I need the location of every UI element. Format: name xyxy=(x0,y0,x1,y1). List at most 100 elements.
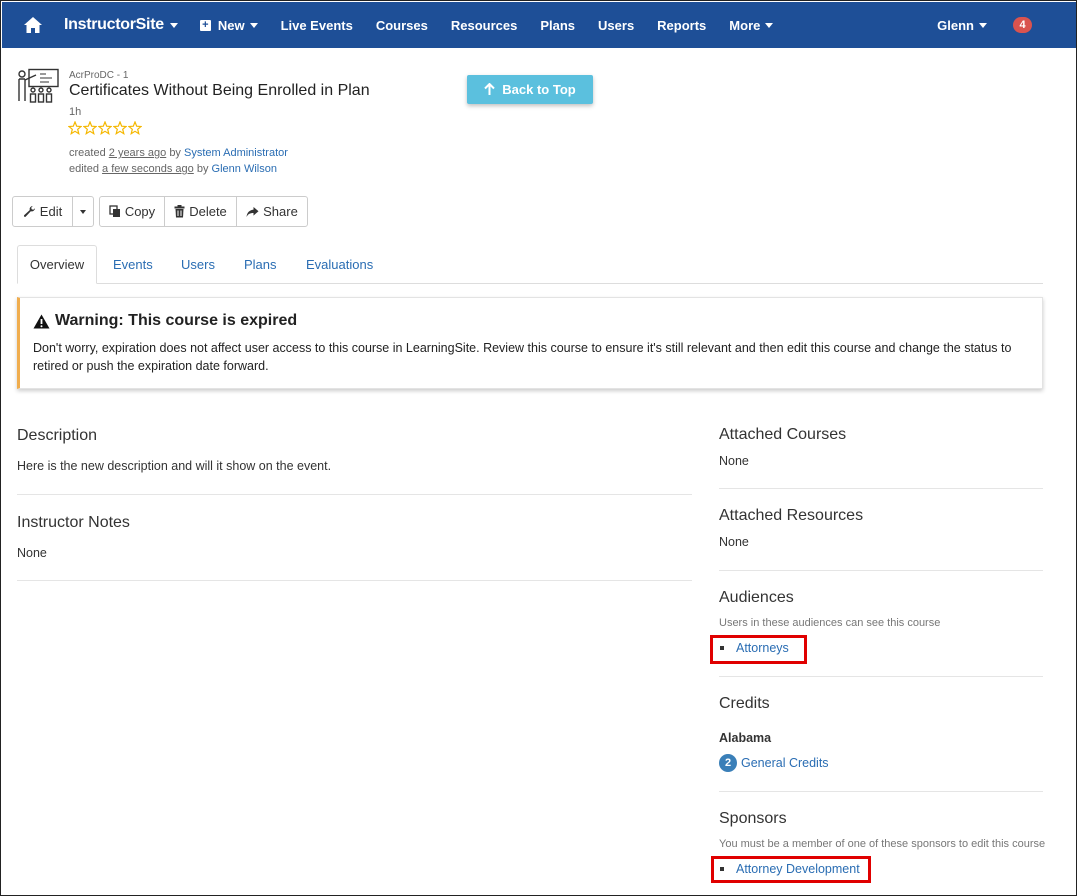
nav-item-label: More xyxy=(729,17,761,33)
copy-button[interactable]: Copy xyxy=(99,196,165,227)
section-divider xyxy=(719,570,1043,571)
page-frame: InstructorSite + New Live Events Courses… xyxy=(0,0,1077,896)
nav-item-more[interactable]: More xyxy=(729,17,774,33)
section-divider xyxy=(719,488,1043,489)
created-by-link[interactable]: System Administrator xyxy=(184,147,288,159)
sponsors-heading: Sponsors xyxy=(719,810,787,827)
wrench-icon xyxy=(23,205,35,217)
edited-meta: edited a few seconds ago by Glenn Wilson xyxy=(69,163,277,175)
nav-item-label: Users xyxy=(598,17,635,33)
description-heading: Description xyxy=(17,427,98,444)
nav-item-courses[interactable]: Courses xyxy=(376,18,428,33)
nav-item-users[interactable]: Users xyxy=(598,18,634,33)
description-text: Here is the new description and will it … xyxy=(17,459,332,473)
chevron-down-icon xyxy=(765,22,774,28)
created-time: 2 years ago xyxy=(108,147,167,159)
instructor-notes-heading: Instructor Notes xyxy=(17,514,130,531)
expired-warning-alert: Warning: This course is expired Don't wo… xyxy=(17,297,1043,389)
user-name: Glenn xyxy=(937,17,974,33)
star-icon[interactable] xyxy=(98,121,112,135)
chevron-down-icon xyxy=(249,22,258,28)
credits-heading: Credits xyxy=(719,695,770,712)
plus-square-icon: + xyxy=(199,19,211,31)
star-icon[interactable] xyxy=(128,121,142,135)
attached-resources-heading: Attached Resources xyxy=(719,507,864,524)
back-to-top-button[interactable]: Back to Top xyxy=(467,75,593,104)
arrow-up-icon xyxy=(484,83,495,95)
nav-item-label: Live Events xyxy=(280,17,353,33)
created-prefix: created xyxy=(69,147,106,159)
sponsors-subtext: You must be a member of one of these spo… xyxy=(719,838,1046,850)
instructor-notes-text: None xyxy=(17,546,47,560)
star-icon[interactable] xyxy=(83,121,97,135)
instructor-presentation-icon xyxy=(16,68,60,104)
edited-prefix: edited xyxy=(69,163,99,175)
nav-item-reports[interactable]: Reports xyxy=(657,18,706,33)
attached-resources-text: None xyxy=(719,535,749,549)
audiences-subtext: Users in these audiences can see this co… xyxy=(719,617,941,629)
brand-menu[interactable]: InstructorSite xyxy=(64,16,178,34)
tab-events[interactable]: Events xyxy=(113,245,153,284)
nav-item-live-events[interactable]: Live Events xyxy=(281,18,353,33)
back-to-top-label: Back to Top xyxy=(502,82,576,97)
attached-courses-heading: Attached Courses xyxy=(719,426,847,443)
copy-icon xyxy=(109,205,120,217)
warning-icon xyxy=(33,314,50,328)
attached-courses-text: None xyxy=(719,454,749,468)
home-button[interactable] xyxy=(2,2,64,48)
tab-overview[interactable]: Overview xyxy=(17,245,97,284)
edit-dropdown-toggle[interactable] xyxy=(72,196,94,227)
credit-type-label: General Credits xyxy=(741,756,829,770)
section-divider xyxy=(17,494,692,495)
section-divider xyxy=(719,676,1043,677)
brand-label: InstructorSite xyxy=(64,16,164,33)
delete-label: Delete xyxy=(189,204,227,219)
nav-item-label: New xyxy=(217,17,245,33)
tabs-divider xyxy=(17,283,1043,284)
share-button[interactable]: Share xyxy=(236,196,308,227)
delete-button[interactable]: Delete xyxy=(164,196,237,227)
course-code: AcrProDC - 1 xyxy=(69,70,129,81)
chevron-down-icon xyxy=(80,209,86,214)
top-navbar: InstructorSite + New Live Events Courses… xyxy=(2,2,1076,48)
page-title: Certificates Without Being Enrolled in P… xyxy=(69,82,370,99)
highlight-box xyxy=(711,856,871,883)
nav-item-plans[interactable]: Plans xyxy=(540,18,575,33)
chevron-down-icon xyxy=(979,22,987,28)
nav-item-label: Plans xyxy=(540,17,576,33)
highlight-box xyxy=(710,635,807,664)
warning-text: Don't worry, expiration does not affect … xyxy=(33,341,1012,373)
nav-item-new[interactable]: + New xyxy=(199,17,258,33)
star-icon[interactable] xyxy=(113,121,127,135)
warning-title-text: Warning: This course is expired xyxy=(55,312,298,329)
nav-right: Glenn 4 xyxy=(937,2,1076,48)
tab-users[interactable]: Users xyxy=(181,245,215,284)
nav-item-label: Courses xyxy=(375,17,428,33)
copy-label: Copy xyxy=(124,204,156,219)
user-menu[interactable]: Glenn xyxy=(937,18,987,33)
rating-stars[interactable] xyxy=(68,121,142,135)
trash-icon xyxy=(174,205,185,218)
nav-item-label: Reports xyxy=(657,17,707,33)
notification-badge[interactable]: 4 xyxy=(1013,17,1032,33)
audiences-heading: Audiences xyxy=(719,589,794,606)
section-divider xyxy=(17,580,692,581)
course-duration: 1h xyxy=(69,106,82,118)
nav-item-resources[interactable]: Resources xyxy=(451,18,517,33)
credit-count-badge: 2 xyxy=(719,754,737,772)
edited-time: a few seconds ago xyxy=(102,163,194,175)
tab-evaluations[interactable]: Evaluations xyxy=(306,245,373,284)
edit-label: Edit xyxy=(39,204,63,219)
home-icon xyxy=(24,17,42,33)
star-icon[interactable] xyxy=(68,121,82,135)
edited-by-link[interactable]: Glenn Wilson xyxy=(212,163,277,175)
edited-by-prefix: by xyxy=(196,163,209,175)
section-divider xyxy=(719,791,1043,792)
share-label: Share xyxy=(263,204,298,219)
created-by-prefix: by xyxy=(169,147,181,159)
tab-plans[interactable]: Plans xyxy=(244,245,277,284)
credit-general-link[interactable]: 2 General Credits xyxy=(719,754,829,772)
chevron-down-icon xyxy=(169,22,178,28)
edit-button[interactable]: Edit xyxy=(12,196,73,227)
created-meta: created 2 years ago by System Administra… xyxy=(69,147,288,159)
